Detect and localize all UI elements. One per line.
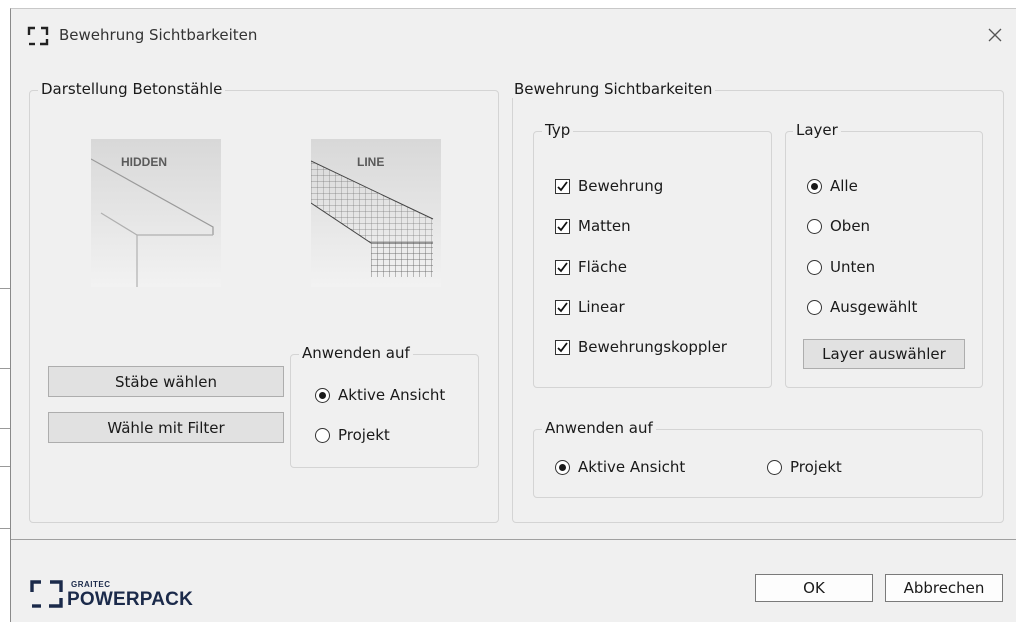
background-edge xyxy=(0,428,10,429)
checkbox-label: Fläche xyxy=(578,258,627,276)
radio-layer-ausgewaehlt[interactable]: Ausgewählt xyxy=(807,298,917,316)
checkbox[interactable] xyxy=(555,299,570,315)
dialog-window: Bewehrung Sichtbarkeiten Darstellung Bet… xyxy=(10,8,1016,622)
radio-label: Ausgewählt xyxy=(830,298,918,316)
right-radio-active-view[interactable]: Aktive Ansicht xyxy=(555,458,685,476)
checkbox-linear[interactable]: Linear xyxy=(555,298,625,316)
line-preview-image: LINE xyxy=(311,139,441,287)
left-apply-to-group xyxy=(290,354,479,468)
checkmark-icon xyxy=(557,301,568,312)
select-with-filter-button[interactable]: Wähle mit Filter xyxy=(48,412,284,443)
checkbox-matten[interactable]: Matten xyxy=(555,217,631,235)
background-edge xyxy=(0,368,10,369)
radio-button[interactable] xyxy=(807,299,822,315)
checkbox[interactable] xyxy=(555,339,570,355)
radio-button[interactable] xyxy=(807,178,822,194)
right-radio-project[interactable]: Projekt xyxy=(767,458,842,476)
checkbox[interactable] xyxy=(555,178,570,194)
window-title: Bewehrung Sichtbarkeiten xyxy=(59,26,258,44)
radio-label: Projekt xyxy=(790,458,842,476)
radio-label: Unten xyxy=(830,258,876,276)
checkbox-label: Bewehrung xyxy=(578,177,664,195)
checkmark-icon xyxy=(557,180,568,191)
checkbox[interactable] xyxy=(555,259,570,275)
select-bars-button[interactable]: Stäbe wählen xyxy=(48,366,284,397)
type-legend: Typ xyxy=(542,121,574,139)
radio-button[interactable] xyxy=(807,218,822,234)
layer-legend: Layer xyxy=(793,121,841,139)
radio-layer-unten[interactable]: Unten xyxy=(807,258,875,276)
logo-big-text: POWERPACK xyxy=(67,589,194,610)
radio-label: Oben xyxy=(830,217,871,235)
checkmark-icon xyxy=(557,341,568,352)
checkbox-label: Matten xyxy=(578,217,631,235)
checkbox-bewehrungskoppler[interactable]: Bewehrungskoppler xyxy=(555,338,727,356)
darstellung-legend: Darstellung Betonstähle xyxy=(38,80,226,98)
background-edge xyxy=(0,528,10,529)
checkmark-icon xyxy=(557,220,568,231)
ok-button[interactable]: OK xyxy=(755,574,873,602)
radio-button[interactable] xyxy=(767,459,782,475)
graitec-logo-icon xyxy=(30,580,63,608)
cancel-button[interactable]: Abbrechen xyxy=(885,574,1003,602)
left-apply-to-legend: Anwenden auf xyxy=(299,344,413,362)
checkbox-label: Linear xyxy=(578,298,625,316)
left-radio-active-view[interactable]: Aktive Ansicht xyxy=(315,386,445,404)
checkbox-label: Bewehrungskoppler xyxy=(578,338,727,356)
radio-label: Projekt xyxy=(338,426,390,444)
radio-button[interactable] xyxy=(807,259,822,275)
select-layer-button[interactable]: Layer auswähler xyxy=(803,339,965,369)
app-logo-icon xyxy=(27,26,49,46)
hidden-label: HIDDEN xyxy=(121,155,167,169)
radio-button[interactable] xyxy=(315,427,330,443)
footer: GRAITEC POWERPACK OK Abbrechen xyxy=(11,540,1016,622)
radio-button[interactable] xyxy=(555,459,570,475)
logo-small-text: GRAITEC xyxy=(71,580,111,589)
background-edge xyxy=(0,288,10,289)
hidden-preview-image: HIDDEN xyxy=(91,139,221,287)
background-edge xyxy=(0,466,10,467)
radio-button[interactable] xyxy=(315,387,330,403)
checkmark-icon xyxy=(557,261,568,272)
checkbox[interactable] xyxy=(555,218,570,234)
checkbox-flaeche[interactable]: Fläche xyxy=(555,258,627,276)
close-icon[interactable] xyxy=(983,23,1007,47)
visibility-legend: Bewehrung Sichtbarkeiten xyxy=(511,80,716,98)
radio-layer-oben[interactable]: Oben xyxy=(807,217,870,235)
left-radio-project[interactable]: Projekt xyxy=(315,426,390,444)
radio-label: Aktive Ansicht xyxy=(578,458,686,476)
line-label: LINE xyxy=(357,155,384,169)
radio-label: Aktive Ansicht xyxy=(338,386,446,404)
radio-layer-alle[interactable]: Alle xyxy=(807,177,858,195)
checkbox-bewehrung[interactable]: Bewehrung xyxy=(555,177,663,195)
right-apply-to-legend: Anwenden auf xyxy=(542,419,656,437)
title-bar[interactable]: Bewehrung Sichtbarkeiten xyxy=(11,9,1016,65)
radio-label: Alle xyxy=(830,177,858,195)
